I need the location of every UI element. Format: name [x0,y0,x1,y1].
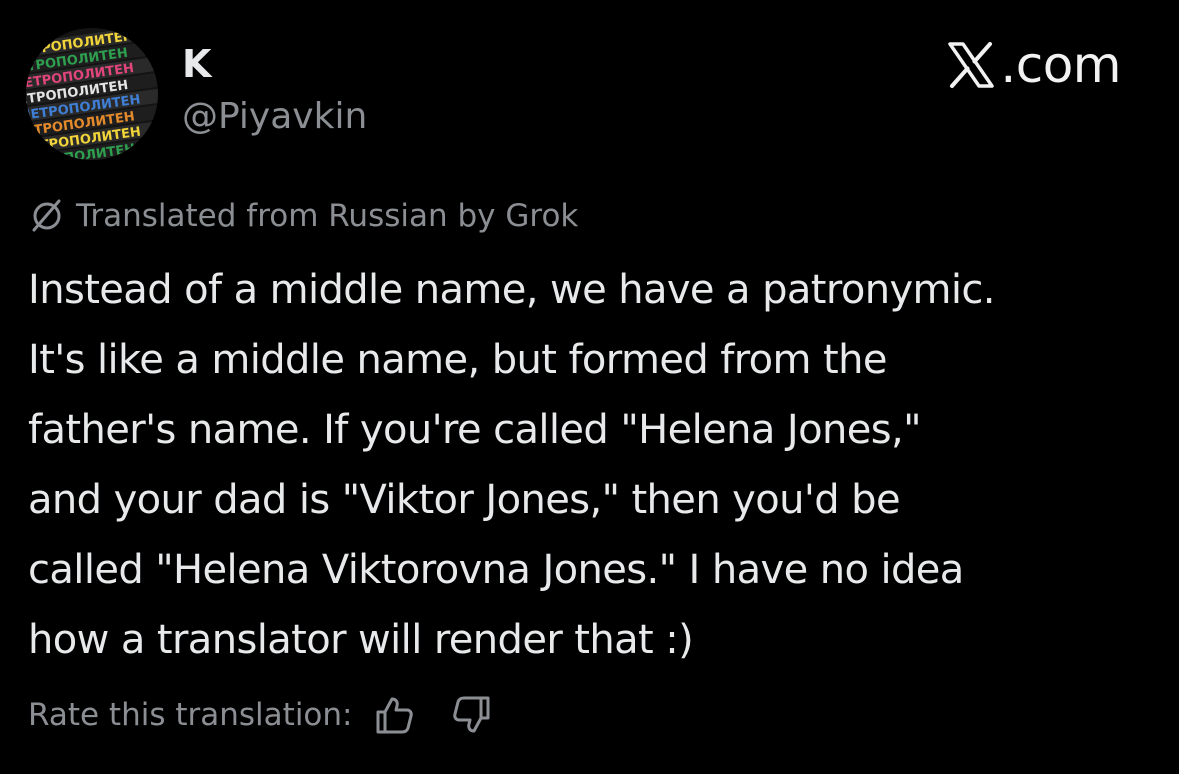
thumbs-down-icon [452,696,489,733]
globe-slash-icon [32,199,61,232]
translation-notice: Translated from Russian by Grok [28,194,578,238]
author-handle[interactable]: @Piyavkin [182,96,367,138]
source-logo: .com [946,38,1121,92]
tweet-text: Instead of a middle name, we have a patr… [28,267,996,663]
rate-translation-label: Rate this translation: [28,697,353,733]
x-logo-icon [948,42,995,88]
avatar[interactable]: ЧЕТРОПОЛИТЕН ЧЕТРОПОЛИТЕН ЧЕТРОПОЛИТЕН Ч… [26,28,158,160]
rate-translation: Rate this translation: [28,690,497,740]
thumbs-up-button[interactable] [369,690,419,740]
author-display-name[interactable]: K [182,44,211,84]
source-domain: .com [1000,36,1121,94]
translation-notice-text: Translated from Russian by Grok [76,198,579,234]
thumbs-up-icon [376,697,413,734]
avatar-image: ЧЕТРОПОЛИТЕН ЧЕТРОПОЛИТЕН ЧЕТРОПОЛИТЕН Ч… [26,28,158,160]
thumbs-down-button[interactable] [447,690,497,740]
